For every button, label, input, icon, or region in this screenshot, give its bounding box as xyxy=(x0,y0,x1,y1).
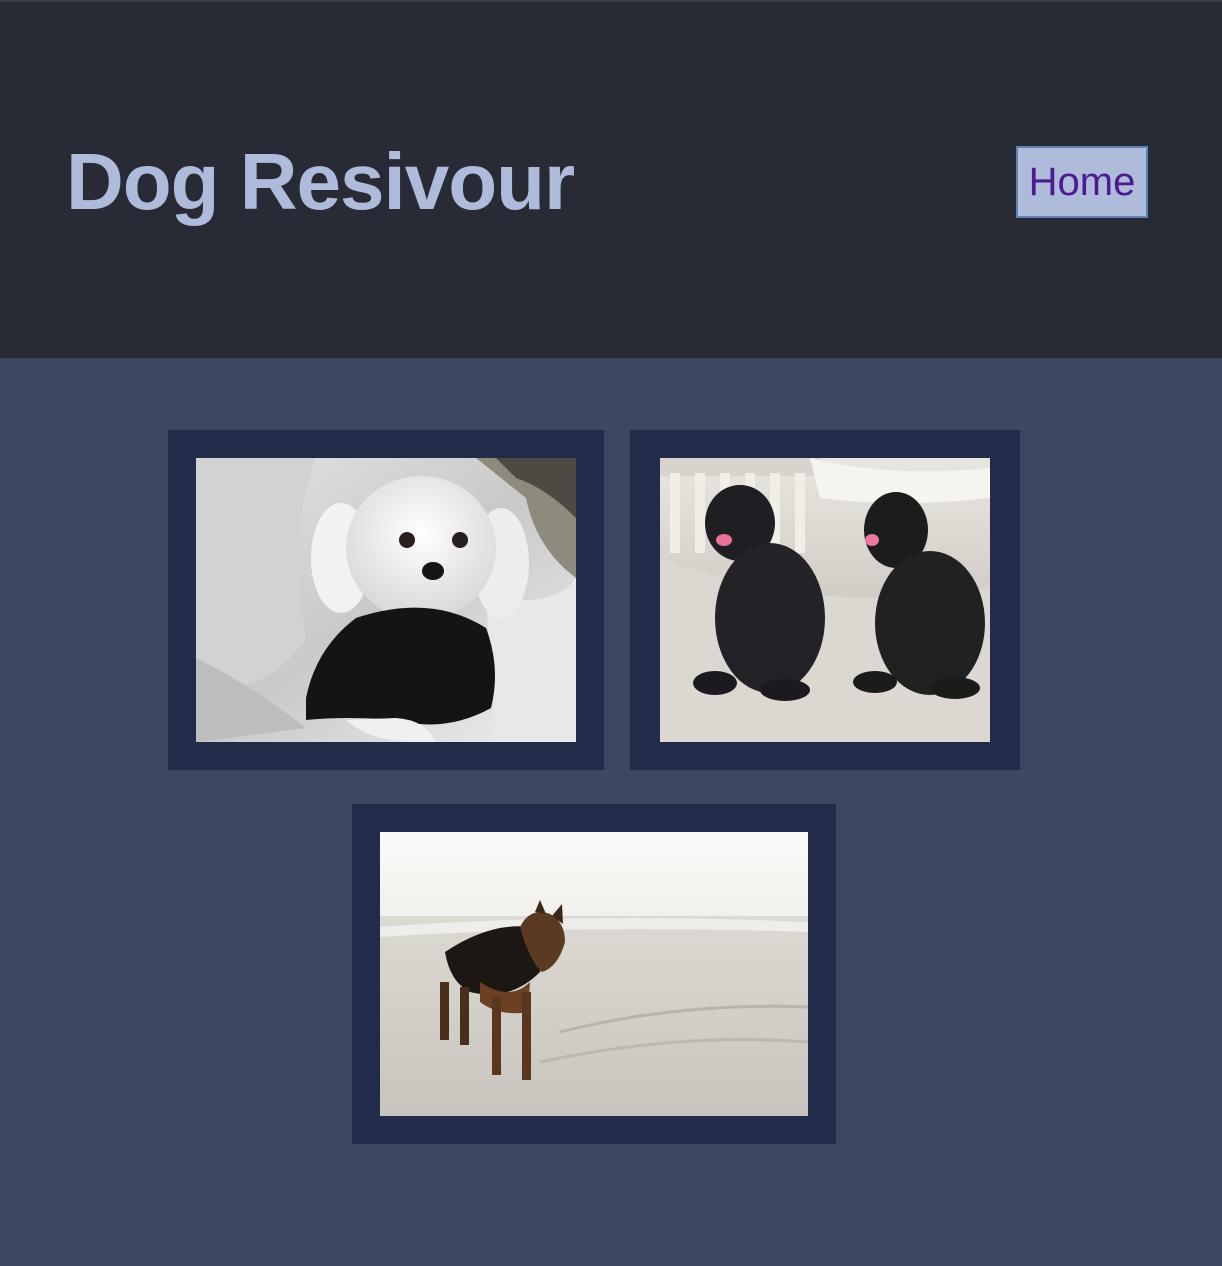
site-header: Dog Resivour Home xyxy=(0,0,1222,358)
dog-on-beach-photo xyxy=(380,832,808,1116)
site-title: Dog Resivour xyxy=(66,137,575,226)
two-black-dogs-image xyxy=(660,458,990,742)
gallery-card xyxy=(352,804,836,1144)
two-black-shaggy-dogs-photo xyxy=(660,458,990,742)
white-dog-in-black-sweater-photo xyxy=(196,458,576,742)
white-dog-image xyxy=(196,458,576,742)
beach-dog-image xyxy=(380,832,808,1116)
gallery-card xyxy=(630,430,1020,770)
home-button[interactable]: Home xyxy=(1016,146,1148,218)
gallery-card xyxy=(168,430,604,770)
